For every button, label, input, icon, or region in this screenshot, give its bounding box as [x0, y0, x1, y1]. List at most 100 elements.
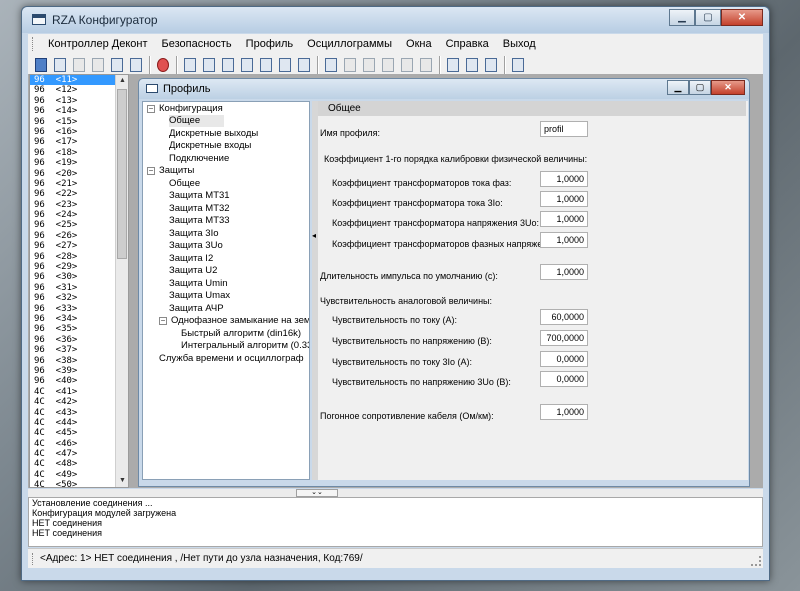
pulse-duration-input[interactable]: 1,0000	[540, 264, 588, 280]
menu-oscillograms[interactable]: Осциллограммы	[300, 38, 399, 50]
resize-grip-icon[interactable]	[751, 556, 761, 566]
menu-controller[interactable]: Контроллер Деконт	[41, 38, 155, 50]
tree-ground-fault[interactable]: Однофазное замыкание на землю	[171, 315, 309, 327]
tree-discrete-out[interactable]: Дискретные выходы	[169, 128, 258, 140]
address-list-item[interactable]: 4C <48>	[30, 459, 128, 469]
read-config-icon[interactable]	[51, 56, 68, 73]
tree-i2[interactable]: Защита I2	[169, 253, 213, 265]
collapse-icon[interactable]: −	[147, 167, 155, 175]
profile-close-button[interactable]: ✕	[711, 80, 745, 95]
address-list-item[interactable]: 96 <15>	[30, 117, 128, 127]
address-list-item[interactable]: 96 <37>	[30, 345, 128, 355]
coef-3i0-input[interactable]: 1,0000	[540, 191, 588, 207]
address-list-item[interactable]: 96 <22>	[30, 189, 128, 199]
address-list-item[interactable]: 96 <39>	[30, 366, 128, 376]
address-list-item[interactable]: 96 <13>	[30, 96, 128, 106]
title-bar[interactable]: RZA Конфигуратор ▁ ▢ ✕	[22, 7, 769, 33]
address-list-item[interactable]: 96 <19>	[30, 158, 128, 168]
address-list-item[interactable]: 4C <46>	[30, 439, 128, 449]
address-list-item[interactable]: 96 <24>	[30, 210, 128, 220]
scroll-up-icon[interactable]: ▲	[116, 75, 128, 87]
oscillogram-read-icon[interactable]	[379, 56, 396, 73]
upload-profile-icon[interactable]	[257, 56, 274, 73]
tree-mt32[interactable]: Защита МТ32	[169, 203, 230, 215]
address-list-item[interactable]: 4C <47>	[30, 449, 128, 459]
address-list-item[interactable]: 96 <11>	[30, 75, 128, 86]
tree-general[interactable]: Общее	[169, 115, 225, 128]
about-icon[interactable]	[509, 56, 526, 73]
address-list-scrollbar[interactable]: ▲ ▼	[115, 75, 128, 487]
collapse-left-icon[interactable]: ◂	[312, 231, 316, 240]
tree-protections[interactable]: Защиты	[159, 165, 194, 177]
edit-profile-icon[interactable]	[295, 56, 312, 73]
oscillogram-export-icon[interactable]	[417, 56, 434, 73]
address-list-item[interactable]: 4C <43>	[30, 408, 128, 418]
tree-mt31[interactable]: Защита МТ31	[169, 190, 230, 202]
address-list-item[interactable]: 96 <35>	[30, 324, 128, 334]
profile-minimize-button[interactable]: ▁	[667, 80, 689, 95]
address-list-item[interactable]: 96 <18>	[30, 148, 128, 158]
scroll-thumb[interactable]	[117, 89, 127, 259]
address-list-item[interactable]: 96 <25>	[30, 220, 128, 230]
address-list-item[interactable]: 96 <31>	[30, 283, 128, 293]
tree-config[interactable]: Конфигурация	[159, 103, 223, 115]
tree-umax[interactable]: Защита Umax	[169, 290, 230, 302]
address-list-item[interactable]: 96 <26>	[30, 231, 128, 241]
cable-resistance-input[interactable]: 1,0000	[540, 404, 588, 420]
sens-3u0-input[interactable]: 0,0000	[540, 371, 588, 387]
load-profile-icon[interactable]	[238, 56, 255, 73]
tree-umin[interactable]: Защита Umin	[169, 278, 227, 290]
address-list-item[interactable]: 4C <41>	[30, 387, 128, 397]
address-list-item[interactable]: 96 <28>	[30, 252, 128, 262]
oscillogram-delete-icon[interactable]	[398, 56, 415, 73]
coef-phase-current-input[interactable]: 1,0000	[540, 171, 588, 187]
address-list-item[interactable]: 96 <27>	[30, 241, 128, 251]
tree-connection[interactable]: Подключение	[169, 153, 229, 165]
sens-voltage-input[interactable]: 700,0000	[540, 330, 588, 346]
tree-fast-algorithm[interactable]: Быстрый алгоритм (din16k)	[181, 328, 301, 340]
address-list-item[interactable]: 96 <34>	[30, 314, 128, 324]
collapse-icon[interactable]: −	[159, 317, 167, 325]
tree-discrete-in[interactable]: Дискретные входы	[169, 140, 251, 152]
address-list-item[interactable]: 96 <14>	[30, 106, 128, 116]
minimize-button[interactable]: ▁	[669, 9, 695, 26]
save-all-icon[interactable]	[127, 56, 144, 73]
maximize-button[interactable]: ▢	[695, 9, 721, 26]
address-list-item[interactable]: 96 <20>	[30, 169, 128, 179]
menu-help[interactable]: Справка	[439, 38, 496, 50]
security-shield-icon[interactable]	[154, 56, 171, 73]
address-list-item[interactable]: 4C <50>	[30, 480, 128, 487]
tree-u2[interactable]: Защита U2	[169, 265, 217, 277]
sens-3i0-input[interactable]: 0,0000	[540, 351, 588, 367]
address-list-item[interactable]: 4C <49>	[30, 470, 128, 480]
download-profile-icon[interactable]	[276, 56, 293, 73]
save-profile-icon[interactable]	[219, 56, 236, 73]
address-list-item[interactable]: 96 <16>	[30, 127, 128, 137]
address-list-item[interactable]: 96 <30>	[30, 272, 128, 282]
coef-3u0-input[interactable]: 1,0000	[540, 211, 588, 227]
scroll-down-icon[interactable]: ▼	[116, 475, 128, 487]
connect-icon[interactable]	[32, 56, 49, 73]
menu-profile[interactable]: Профиль	[239, 38, 301, 50]
close-button[interactable]: ✕	[721, 9, 763, 26]
tree-integral-algorithm[interactable]: Интегральный алгоритм (0.33)	[181, 340, 309, 352]
new-profile-icon[interactable]	[181, 56, 198, 73]
oscillogram-icon[interactable]	[322, 56, 339, 73]
address-list-item[interactable]: 96 <29>	[30, 262, 128, 272]
address-list-item[interactable]: 96 <40>	[30, 376, 128, 386]
profile-title-bar[interactable]: Профиль ▁ ▢ ✕	[139, 79, 749, 99]
tree-mt33[interactable]: Защита МТ33	[169, 215, 230, 227]
cascade-icon[interactable]	[444, 56, 461, 73]
profile-maximize-button[interactable]: ▢	[689, 80, 711, 95]
address-list-item[interactable]: 96 <21>	[30, 179, 128, 189]
profile-name-input[interactable]: profil	[540, 121, 588, 137]
address-list-item[interactable]: 96 <17>	[30, 137, 128, 147]
address-list-item[interactable]: 96 <36>	[30, 335, 128, 345]
tile-vertical-icon[interactable]	[482, 56, 499, 73]
address-list[interactable]: 96 <11> 96 <12> 96 <13> 96 <14> 96 <15> 96 <1…	[29, 74, 129, 488]
tree-3i0[interactable]: Защита 3Io	[169, 228, 219, 240]
tree-3u0[interactable]: Защита 3Uo	[169, 240, 223, 252]
tree-achr[interactable]: Защита АЧР	[169, 303, 224, 315]
menu-exit[interactable]: Выход	[496, 38, 543, 50]
address-list-item[interactable]: 96 <38>	[30, 356, 128, 366]
